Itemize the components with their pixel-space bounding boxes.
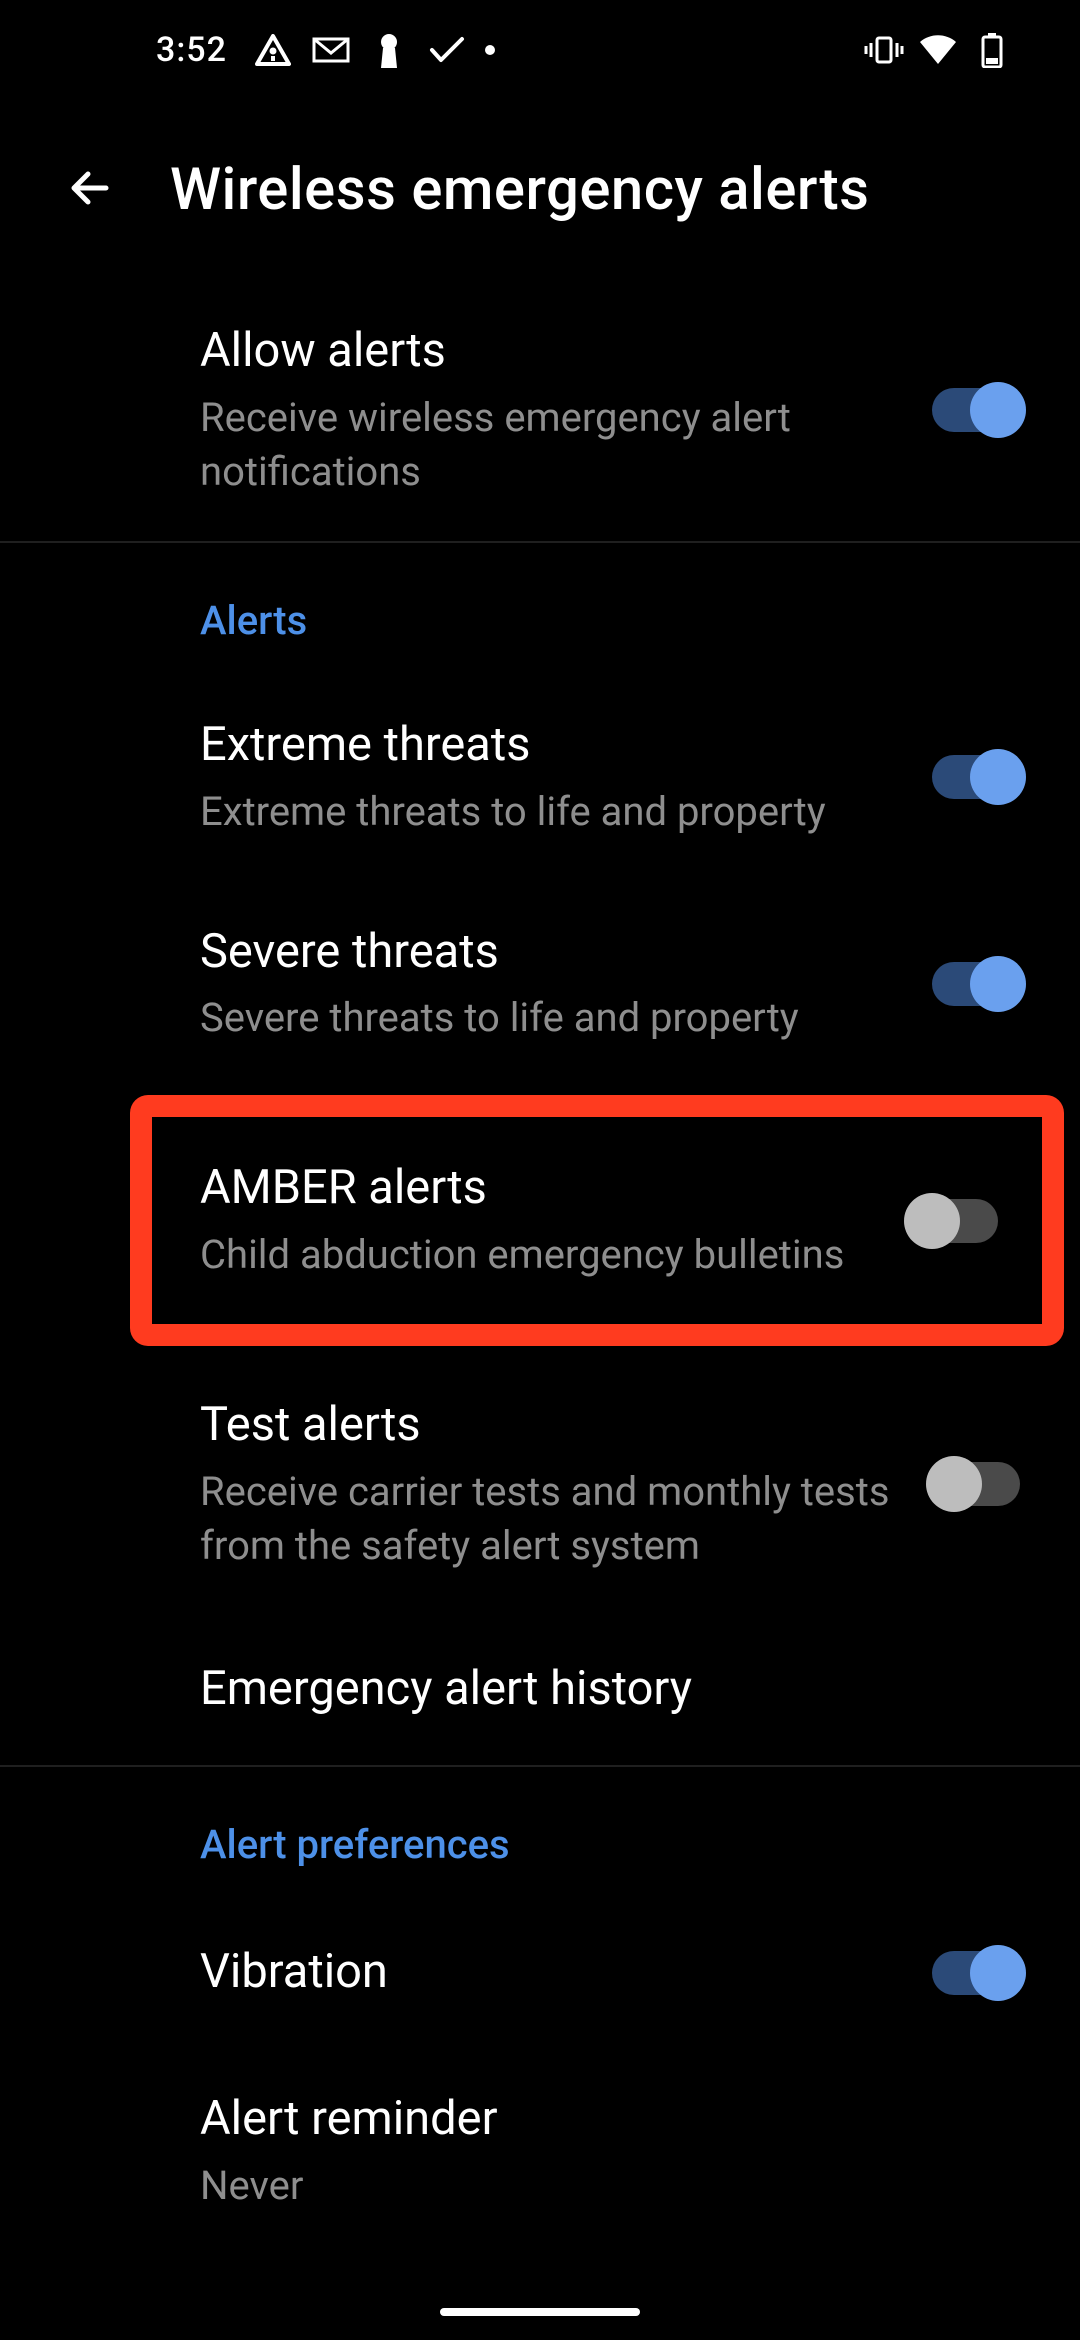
vibrate-icon (864, 30, 904, 70)
emergency-history-text: Emergency alert history (200, 1660, 1020, 1719)
drive-icon (253, 30, 293, 70)
extreme-threats-row[interactable]: Extreme threats Extreme threats to life … (0, 674, 1080, 881)
status-clock: 3:52 (156, 30, 227, 70)
amber-alerts-switch[interactable] (910, 1199, 998, 1243)
status-left: 3:52 (156, 30, 495, 70)
back-button[interactable] (30, 130, 150, 250)
alert-reminder-row[interactable]: Alert reminder Never (0, 2048, 1080, 2255)
allow-alerts-row[interactable]: Allow alerts Receive wireless emergency … (0, 280, 1080, 541)
allow-alerts-subtitle: Receive wireless emergency alert notific… (200, 391, 902, 499)
app-header: Wireless emergency alerts (0, 100, 1080, 280)
status-right (864, 0, 1012, 100)
arrow-left-icon (64, 162, 116, 218)
test-alerts-subtitle: Receive carrier tests and monthly tests … (200, 1465, 902, 1573)
emergency-history-row[interactable]: Emergency alert history (0, 1615, 1080, 1765)
vibration-switch[interactable] (932, 1951, 1020, 1995)
vibration-text: Vibration (200, 1943, 932, 2002)
page-title: Wireless emergency alerts (170, 156, 870, 224)
vibration-title: Vibration (200, 1943, 902, 2002)
check-icon (427, 30, 467, 70)
severe-threats-text: Severe threats Severe threats to life an… (200, 923, 932, 1046)
status-bar: 3:52 (0, 0, 1080, 100)
battery-icon (972, 30, 1012, 70)
gmail-icon (311, 30, 351, 70)
test-alerts-switch[interactable] (932, 1462, 1020, 1506)
emergency-history-title: Emergency alert history (200, 1660, 990, 1719)
wifi-icon (918, 30, 958, 70)
notification-dot-icon (485, 45, 495, 55)
nav-handle[interactable] (440, 2308, 640, 2316)
allow-alerts-title: Allow alerts (200, 322, 902, 381)
allow-alerts-text: Allow alerts Receive wireless emergency … (200, 322, 932, 499)
alerts-section-header: Alerts (0, 543, 1080, 674)
severe-threats-subtitle: Severe threats to life and property (200, 991, 902, 1045)
test-alerts-text: Test alerts Receive carrier tests and mo… (200, 1396, 932, 1573)
extreme-threats-title: Extreme threats (200, 716, 902, 775)
amber-alerts-row[interactable]: AMBER alerts Child abduction emergency b… (152, 1117, 1042, 1324)
test-alerts-row[interactable]: Test alerts Receive carrier tests and mo… (0, 1354, 1080, 1615)
amber-alerts-highlight: AMBER alerts Child abduction emergency b… (130, 1095, 1064, 1346)
amber-alerts-text: AMBER alerts Child abduction emergency b… (200, 1159, 910, 1282)
lock-icon (369, 30, 409, 70)
alert-reminder-title: Alert reminder (200, 2090, 990, 2149)
test-alerts-title: Test alerts (200, 1396, 902, 1455)
preferences-section-header: Alert preferences (0, 1767, 1080, 1898)
severe-threats-row[interactable]: Severe threats Severe threats to life an… (0, 881, 1080, 1088)
vibration-row[interactable]: Vibration (0, 1898, 1080, 2048)
alert-reminder-text: Alert reminder Never (200, 2090, 1020, 2213)
severe-threats-title: Severe threats (200, 923, 902, 982)
severe-threats-switch[interactable] (932, 962, 1020, 1006)
amber-alerts-subtitle: Child abduction emergency bulletins (200, 1228, 880, 1282)
alert-reminder-subtitle: Never (200, 2159, 990, 2213)
amber-alerts-title: AMBER alerts (200, 1159, 880, 1218)
extreme-threats-subtitle: Extreme threats to life and property (200, 785, 902, 839)
extreme-threats-text: Extreme threats Extreme threats to life … (200, 716, 932, 839)
extreme-threats-switch[interactable] (932, 755, 1020, 799)
allow-alerts-switch[interactable] (932, 388, 1020, 432)
